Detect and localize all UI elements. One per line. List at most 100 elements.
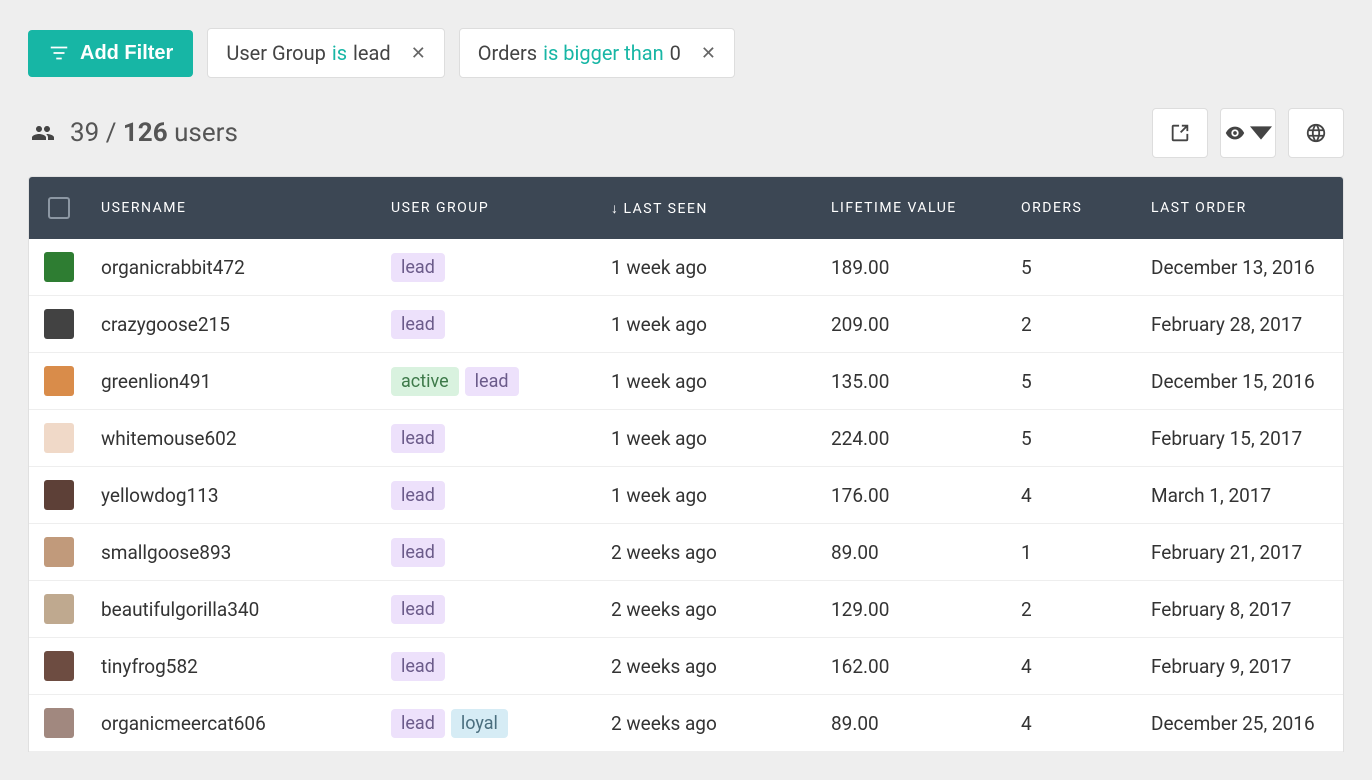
table-header: USERNAME USER GROUP ↓LAST SEEN LIFETIME … [29,177,1343,239]
user-group-cell: lead [379,424,599,453]
col-user-group[interactable]: USER GROUP [379,200,599,216]
col-username[interactable]: USERNAME [89,200,379,216]
table-row[interactable]: crazygoose215lead1 week ago209.002Februa… [29,296,1343,353]
lifetime-value-cell: 89.00 [819,541,1009,564]
export-icon [1169,122,1191,144]
last-seen-cell: 2 weeks ago [599,712,819,735]
username-cell: tinyfrog582 [101,655,198,678]
username-cell: yellowdog113 [101,484,219,507]
table-row[interactable]: organicrabbit472lead1 week ago189.005Dec… [29,239,1343,296]
avatar [44,309,74,339]
lifetime-value-cell: 129.00 [819,598,1009,621]
globe-button[interactable] [1288,108,1344,158]
filter-bar: Add Filter User Group is lead✕ Orders is … [28,28,1344,78]
orders-cell: 1 [1009,541,1139,564]
last-seen-cell: 1 week ago [599,427,819,450]
orders-cell: 5 [1009,370,1139,393]
user-group-cell: lead [379,595,599,624]
lead-badge: lead [391,709,445,738]
user-group-cell: lead [379,652,599,681]
count-noun: users [174,118,238,148]
lifetime-value-cell: 189.00 [819,256,1009,279]
avatar [44,366,74,396]
col-lifetime-value[interactable]: LIFETIME VALUE [819,200,1009,216]
col-last-seen[interactable]: ↓LAST SEEN [599,200,819,217]
lead-badge: lead [391,652,445,681]
last-seen-cell: 2 weeks ago [599,655,819,678]
orders-cell: 4 [1009,712,1139,735]
remove-filter-icon[interactable]: ✕ [701,43,716,64]
loyal-badge: loyal [451,709,508,738]
lifetime-value-cell: 89.00 [819,712,1009,735]
filtered-count: 39 [70,118,99,148]
visibility-button[interactable] [1220,108,1276,158]
table-row[interactable]: yellowdog113lead1 week ago176.004March 1… [29,467,1343,524]
lead-badge: lead [391,310,445,339]
last-seen-cell: 1 week ago [599,484,819,507]
table-row[interactable]: organicmeercat606 leadloyal 2 weeks ago89.… [29,695,1343,752]
avatar [44,480,74,510]
filter-chip[interactable]: User Group is lead✕ [207,28,444,78]
user-group-cell: lead [379,538,599,567]
user-group-cell: lead [379,481,599,510]
username-cell: crazygoose215 [101,313,230,336]
user-group-cell: activelead [379,367,599,396]
avatar [44,537,74,567]
filter-field: Orders [478,41,537,65]
select-all-checkbox[interactable] [48,197,70,219]
orders-cell: 2 [1009,598,1139,621]
username-cell: organicmeercat606 [101,712,266,735]
orders-cell: 5 [1009,427,1139,450]
lifetime-value-cell: 162.00 [819,655,1009,678]
add-filter-button[interactable]: Add Filter [28,30,193,77]
users-table: USERNAME USER GROUP ↓LAST SEEN LIFETIME … [28,176,1344,752]
last-order-cell: February 9, 2017 [1139,655,1343,678]
globe-icon [1305,122,1327,144]
last-order-cell: February 21, 2017 [1139,541,1343,564]
filter-operator: is bigger than [543,41,664,65]
username-cell: smallgoose893 [101,541,231,564]
avatar [44,423,74,453]
orders-cell: 2 [1009,313,1139,336]
eye-icon [1224,122,1246,144]
filter-chip[interactable]: Orders is bigger than 0✕ [459,28,735,78]
lead-badge: lead [465,367,519,396]
last-order-cell: February 15, 2017 [1139,427,1343,450]
table-row[interactable]: beautifulgorilla340lead2 weeks ago129.00… [29,581,1343,638]
col-orders[interactable]: ORDERS [1009,200,1139,216]
last-order-cell: December 15, 2016 [1139,370,1343,393]
remove-filter-icon[interactable]: ✕ [411,43,426,64]
filter-operator: is [332,41,347,65]
lead-badge: lead [391,424,445,453]
table-row[interactable]: greenlion491activelead1 week ago135.005D… [29,353,1343,410]
orders-cell: 4 [1009,484,1139,507]
avatar [44,708,74,738]
last-seen-cell: 1 week ago [599,256,819,279]
add-filter-label: Add Filter [80,42,173,65]
result-count: 39 / 126 users [28,118,238,148]
lifetime-value-cell: 176.00 [819,484,1009,507]
total-count: 126 [123,118,168,148]
last-order-cell: December 25, 2016 [1139,712,1343,735]
caret-down-icon [1250,122,1272,144]
username-cell: whitemouse602 [101,427,237,450]
lifetime-value-cell: 209.00 [819,313,1009,336]
lead-badge: lead [391,595,445,624]
table-row[interactable]: tinyfrog582 lead 2 weeks ago162.004Februar… [29,638,1343,695]
lead-badge: lead [391,253,445,282]
export-button[interactable] [1152,108,1208,158]
sort-desc-icon: ↓ [611,201,620,217]
lifetime-value-cell: 135.00 [819,370,1009,393]
table-row[interactable]: whitemouse602 lead 1 week ago224.005Februa… [29,410,1343,467]
last-seen-cell: 2 weeks ago [599,598,819,621]
table-row[interactable]: smallgoose893lead2 weeks ago89.001Februa… [29,524,1343,581]
last-order-cell: February 28, 2017 [1139,313,1343,336]
orders-cell: 4 [1009,655,1139,678]
lead-badge: lead [391,481,445,510]
last-order-cell: February 8, 2017 [1139,598,1343,621]
user-group-cell: lead [379,253,599,282]
username-cell: greenlion491 [101,370,211,393]
col-last-order[interactable]: LAST ORDER [1139,200,1343,216]
filter-icon [48,42,70,64]
lifetime-value-cell: 224.00 [819,427,1009,450]
